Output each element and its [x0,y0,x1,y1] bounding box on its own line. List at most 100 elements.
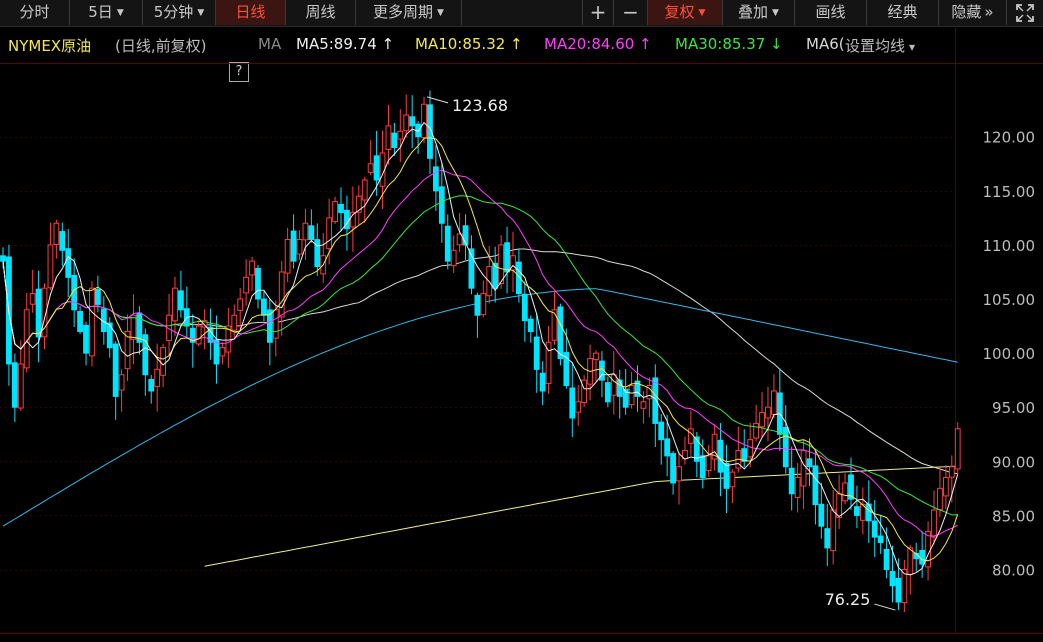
candle-down [539,372,546,392]
candle-down [889,571,896,587]
annotation-pointer [874,603,896,611]
candle-down [308,225,315,240]
candle-down [824,528,831,549]
candle-down [717,439,724,473]
y-tick-label: 90.00 [992,453,1035,471]
candle-up [759,412,765,428]
candle-up [640,401,647,409]
candle-down [616,379,623,397]
candle-down [409,116,416,127]
candle-up [836,493,843,519]
candle-up [361,179,368,201]
candle-up [747,439,754,458]
candle-up [29,293,36,305]
candle-up [231,314,238,331]
candle-up [284,238,291,274]
candle-down [854,506,860,516]
candle-up [403,114,410,132]
candle-up [954,428,961,470]
candle-up [628,385,635,406]
candle-up [794,477,801,498]
candle-down [865,503,872,522]
candle-up [302,222,309,241]
y-tick-label: 85.00 [992,507,1035,525]
candle-up [593,352,599,361]
candle-up [243,276,250,294]
candle-up [937,487,943,511]
candle-down [83,324,89,354]
y-tick-label: 95.00 [992,399,1035,417]
candle-up [931,509,937,538]
candle-up [610,374,617,396]
y-tick-label: 80.00 [992,562,1035,580]
candle-up [172,287,178,322]
candle-down [0,255,6,262]
candle-down [871,520,878,538]
candle-down [883,548,890,571]
candle-up [154,368,161,387]
candle-up [450,249,457,267]
candle-up [676,466,682,482]
candle-down [11,362,18,408]
candle-down [569,387,576,419]
candle-up [332,201,338,222]
candle-up [729,471,736,488]
candle-up [53,222,60,246]
candle-down [148,378,155,392]
candle-up [385,125,392,150]
candle-down [432,166,439,192]
y-tick-label: 115.00 [983,183,1036,201]
candle-down [59,231,66,251]
y-axis: 120.00 115.00 110.00 105.00 100.00 95.00 90.00… [983,129,1036,580]
candle-down [527,318,534,332]
candle-up [925,531,931,568]
candle-down [438,186,445,224]
candle-down [474,294,481,316]
candle-up [581,379,588,404]
candle-down [65,248,72,278]
candle-down [35,288,42,338]
candle-down [178,290,184,311]
candle-down [812,465,819,506]
candle-up [421,103,427,139]
candle-down [699,455,706,479]
y-tick-label: 105.00 [983,291,1036,309]
candle-up [498,244,505,285]
candle-up [842,482,848,502]
candle-up [397,130,404,140]
candle-up [367,163,374,173]
candle-up [753,422,760,439]
candle-down [290,230,297,262]
candle-down [895,577,902,603]
candle-down [664,438,671,457]
candle-up [326,217,333,250]
candle-up [575,401,582,413]
candle-down [373,155,380,181]
candle-up [907,547,914,575]
price-chart[interactable]: 120.00 115.00 110.00 105.00 100.00 95.00 90.00… [0,0,1043,642]
candle-up [130,314,137,340]
candle-down [504,242,510,273]
candle-down [444,225,451,262]
candle-up [89,287,95,357]
candle-up [800,449,807,487]
candle-up [296,238,303,255]
candle-up [272,309,279,339]
candle-down [723,462,730,489]
candle-up [948,466,955,478]
candle-down [255,267,261,300]
candle-down [877,535,884,543]
candle-up [830,509,837,552]
candle-down [94,289,101,305]
candle-down [658,421,665,441]
candle-down [112,343,119,397]
candle-up [118,374,125,391]
candle-down [521,293,528,322]
candle-down [782,426,789,468]
candle-up [480,293,487,316]
candle-up [687,428,694,444]
candle-down [818,503,825,527]
candle-up [942,477,949,497]
candle-up [195,325,202,345]
candle-down [557,306,564,360]
